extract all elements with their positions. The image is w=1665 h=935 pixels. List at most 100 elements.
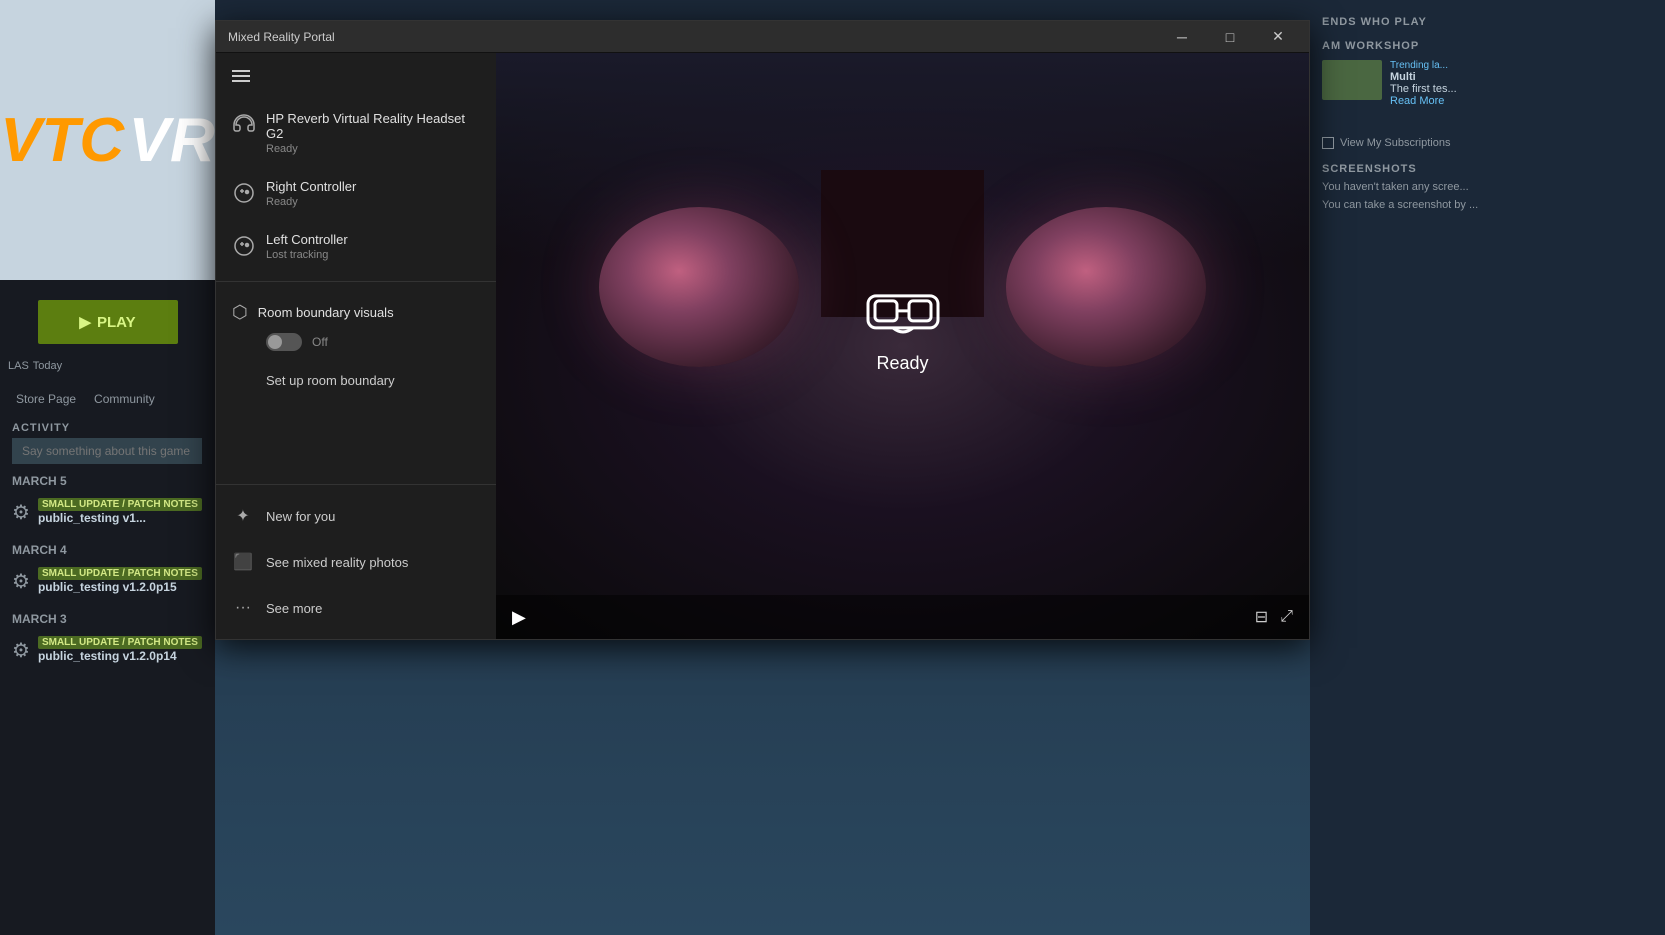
steam-tabs: Store Page Community <box>0 384 215 414</box>
vr-ready-status: Ready <box>876 353 928 374</box>
play-button[interactable]: ▶ PLAY <box>38 300 178 344</box>
view-subs-label: View My Subscriptions <box>1340 137 1450 149</box>
room-boundary-toggle[interactable] <box>266 333 302 351</box>
mrp-main-content: Ready ▶ ⊟ ⤢ <box>496 53 1309 639</box>
photo-icon: ⬛ <box>232 551 254 573</box>
toggle-off-label: Off <box>312 335 328 349</box>
march5-label: MARCH 5 <box>0 464 215 490</box>
room-boundary-section: ⬡ Room boundary visuals Off <box>216 290 496 363</box>
tab-store-page[interactable]: Store Page <box>8 388 84 410</box>
vr-lens-right <box>1006 207 1206 367</box>
mrp-sidebar: HP Reverb Virtual Reality Headset G2 Rea… <box>216 53 496 639</box>
march3-label: MARCH 3 <box>0 602 215 628</box>
close-button[interactable]: ✕ <box>1255 21 1301 53</box>
toggle-knob <box>268 335 282 349</box>
update-icon-3: ⚙ <box>12 638 30 663</box>
split-view-button[interactable]: ⊟ <box>1255 607 1268 627</box>
menu-item-more[interactable]: ··· See more <box>216 585 496 631</box>
menu-item-new[interactable]: ✦ New for you <box>216 493 496 539</box>
menu-item-photos[interactable]: ⬛ See mixed reality photos <box>216 539 496 585</box>
friends-title: ENDS WHO PLAY <box>1322 8 1653 32</box>
right-controller-icon <box>232 181 256 205</box>
trending-badge: Trending la... <box>1390 60 1457 71</box>
read-more-link[interactable]: Read More <box>1390 95 1457 107</box>
menu-more-label: See more <box>266 601 322 616</box>
mrp-titlebar: Mixed Reality Portal ─ □ ✕ <box>216 21 1309 53</box>
steam-left-panel: VTC VR ▶ PLAY LAS Today Store Page Commu… <box>0 0 215 935</box>
device-right-controller[interactable]: Right Controller Ready <box>216 167 496 220</box>
tab-community[interactable]: Community <box>86 388 163 410</box>
steam-right-panel: ENDS WHO PLAY AM WORKSHOP Trending la...… <box>1310 0 1665 935</box>
update-title: public_testing v1... <box>38 511 202 525</box>
star-icon: ✦ <box>232 505 254 527</box>
hamburger-bar-2 <box>232 75 250 77</box>
right-controller-status: Ready <box>266 196 356 208</box>
logo-vr: VR <box>129 106 215 175</box>
screenshots-empty-2: You can take a screenshot by ... <box>1322 197 1653 215</box>
left-controller-icon <box>232 234 256 258</box>
update-badge-3: SMALL UPDATE / PATCH NOTES <box>38 636 202 649</box>
room-boundary-icon: ⬡ <box>232 302 248 323</box>
left-controller-name: Left Controller <box>266 232 348 247</box>
update-badge-2: SMALL UPDATE / PATCH NOTES <box>38 567 202 580</box>
workshop-item-desc: The first tes... <box>1390 83 1457 95</box>
last-played-label: LAS <box>8 360 29 372</box>
menu-photos-label: See mixed reality photos <box>266 555 408 570</box>
march4-label: MARCH 4 <box>0 533 215 559</box>
update-title-3: public_testing v1.2.0p14 <box>38 649 202 663</box>
left-controller-status: Lost tracking <box>266 249 348 261</box>
vr-headset-status-icon <box>863 281 943 341</box>
update-item: ⚙ SMALL UPDATE / PATCH NOTES public_test… <box>0 490 215 533</box>
right-controller-name: Right Controller <box>266 179 356 194</box>
play-icon: ▶ <box>79 313 91 331</box>
hamburger-menu[interactable] <box>216 53 496 99</box>
headset-device-name: HP Reverb Virtual Reality Headset G2 <box>266 111 480 141</box>
dots-icon: ··· <box>232 597 254 619</box>
play-label: PLAY <box>97 314 136 331</box>
hamburger-bar-3 <box>232 80 250 82</box>
headset-status: Ready <box>266 143 480 155</box>
device-left-controller[interactable]: Left Controller Lost tracking <box>216 220 496 273</box>
update-item-2: ⚙ SMALL UPDATE / PATCH NOTES public_test… <box>0 559 215 602</box>
today-label: Today <box>33 360 62 372</box>
update-icon-2: ⚙ <box>12 569 30 594</box>
room-boundary-title: Room boundary visuals <box>258 305 394 320</box>
workshop-item-title: Multi <box>1390 71 1457 83</box>
subs-checkbox[interactable] <box>1322 137 1334 149</box>
vr-lens-left <box>599 207 799 367</box>
sidebar-bottom-menu: ✦ New for you ⬛ See mixed reality photos… <box>216 484 496 639</box>
maximize-button[interactable]: □ <box>1207 21 1253 53</box>
screenshots-title: SCREENSHOTS <box>1322 155 1653 179</box>
update-icon: ⚙ <box>12 500 30 525</box>
workshop-title: AM WORKSHOP <box>1322 32 1653 56</box>
vr-status-center: Ready <box>863 281 943 374</box>
room-boundary-header: ⬡ Room boundary visuals <box>232 302 480 323</box>
workshop-thumbnail <box>1322 60 1382 100</box>
sidebar-divider <box>216 281 496 282</box>
update-item-3: ⚙ SMALL UPDATE / PATCH NOTES public_test… <box>0 628 215 671</box>
workshop-item: Trending la... Multi The first tes... Re… <box>1322 56 1653 111</box>
main-play-button[interactable]: ▶ <box>512 607 526 628</box>
update-title-2: public_testing v1.2.0p15 <box>38 580 202 594</box>
mrp-bottom-bar: ▶ ⊟ ⤢ <box>496 595 1309 639</box>
menu-new-label: New for you <box>266 509 335 524</box>
game-logo-area: VTC VR <box>0 0 215 280</box>
minimize-button[interactable]: ─ <box>1159 21 1205 53</box>
sidebar-spacer <box>216 398 496 484</box>
logo-vtc: VTC <box>0 106 124 175</box>
activity-input[interactable] <box>12 438 202 464</box>
activity-section-title: ACTIVITY <box>0 414 215 438</box>
view-subs-row: View My Subscriptions <box>1322 131 1653 155</box>
device-headset[interactable]: HP Reverb Virtual Reality Headset G2 Rea… <box>216 99 496 167</box>
toggle-row: Off <box>266 333 480 351</box>
mrp-title: Mixed Reality Portal <box>228 30 335 44</box>
screenshots-empty-1: You haven't taken any scree... <box>1322 179 1653 197</box>
headset-icon <box>232 113 256 137</box>
bottom-right-controls: ⊟ ⤢ <box>1255 607 1293 627</box>
mrp-body: HP Reverb Virtual Reality Headset G2 Rea… <box>216 53 1309 639</box>
setup-boundary-link[interactable]: Set up room boundary <box>250 363 496 398</box>
mrp-window: Mixed Reality Portal ─ □ ✕ HP Reverb Vir… <box>215 20 1310 640</box>
window-controls: ─ □ ✕ <box>1159 21 1301 53</box>
update-badge: SMALL UPDATE / PATCH NOTES <box>38 498 202 511</box>
fullscreen-button[interactable]: ⤢ <box>1280 607 1293 627</box>
